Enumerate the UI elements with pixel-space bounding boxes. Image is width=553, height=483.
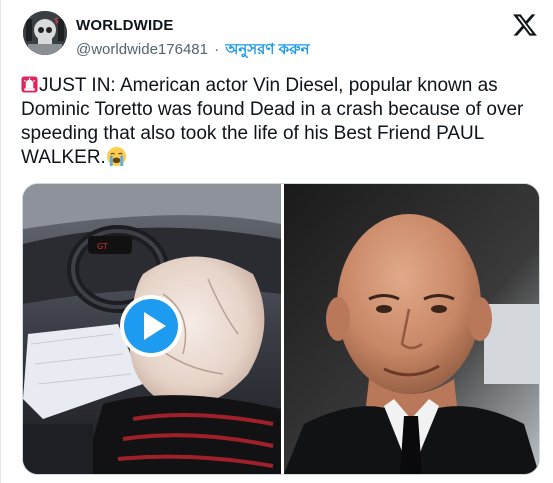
account-name[interactable]: WORLDWIDE <box>76 17 174 34</box>
portrait-photo[interactable] <box>284 184 539 474</box>
separator-dot: · <box>214 41 220 58</box>
tweet-body: JUST IN: American actor Vin Diesel, popu… <box>21 75 524 168</box>
tweet-card: $ WORLDWIDE @worldwide176481 · অনুসরণ কর… <box>0 0 553 483</box>
handle-row: @worldwide176481 · অনুসরণ করুন <box>76 38 310 63</box>
account-handle[interactable]: @worldwide176481 <box>76 41 208 58</box>
skull-avatar-icon: $ <box>23 11 67 55</box>
follow-link[interactable]: অনুসরণ করুন <box>225 41 309 58</box>
media-grid: GT <box>22 183 540 475</box>
play-icon <box>120 295 182 357</box>
x-logo-icon[interactable] <box>512 12 538 38</box>
video-thumbnail[interactable]: GT <box>23 184 281 474</box>
tweet-text: JUST IN: American actor Vin Diesel, popu… <box>21 74 541 170</box>
avatar[interactable]: $ <box>23 11 67 55</box>
divider <box>0 0 1 483</box>
siren-emoji-icon <box>21 76 38 93</box>
portrait-image <box>284 184 539 474</box>
loudly-crying-face-emoji-icon <box>106 146 126 167</box>
svg-text:GT: GT <box>97 242 108 251</box>
svg-text:$: $ <box>54 16 59 25</box>
play-button[interactable] <box>119 294 183 358</box>
